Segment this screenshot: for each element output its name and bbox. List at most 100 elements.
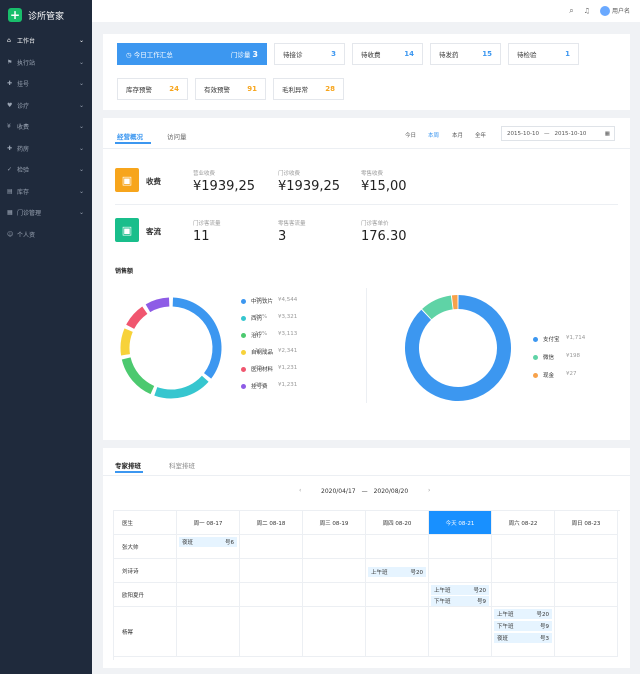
search-icon[interactable]: ⌕ (569, 6, 573, 16)
schedule-cell[interactable] (492, 559, 555, 583)
sidebar-item[interactable]: ✓ 检验 ⌄ (0, 159, 92, 181)
sidebar-item[interactable]: ✚ 药房 ⌄ (0, 138, 92, 160)
schedule-cell[interactable] (555, 559, 618, 583)
schedule-cell[interactable] (240, 583, 303, 607)
shift-chip[interactable]: 下午班 号9 (431, 596, 489, 606)
schedule-cell[interactable] (177, 607, 240, 657)
sidebar-item[interactable]: ✚ 挂号 ⌄ (0, 73, 92, 95)
stat-card[interactable]: 待接诊 3 (274, 43, 345, 65)
stat-card[interactable]: 库存预警 24 (117, 78, 188, 100)
shift-chip[interactable]: 夜班 号6 (179, 537, 237, 547)
shift-chip[interactable]: 上午班 号20 (431, 585, 489, 595)
schedule-cell[interactable] (366, 535, 429, 559)
stat-card[interactable]: 有效预警 91 (195, 78, 266, 100)
tab-dept-schedule[interactable]: 科室排班 (169, 460, 195, 470)
day-header: 周日 08-23 (555, 511, 618, 535)
sidebar-item[interactable]: ▦ 门诊管理 ⌄ (0, 202, 92, 224)
tab-indicator (115, 471, 143, 473)
stat-value: 91 (247, 85, 257, 93)
schedule-cell[interactable] (555, 583, 618, 607)
legend-dot (241, 383, 246, 389)
schedule-cell[interactable] (177, 559, 240, 583)
shift-number: 号20 (410, 570, 424, 576)
chevron-down-icon: ⌄ (78, 37, 84, 45)
day-header: 周六 08-22 (492, 511, 555, 535)
bell-icon[interactable]: ♫ (584, 7, 590, 15)
period-tab[interactable]: 全年 (475, 131, 486, 139)
divider (103, 475, 630, 476)
summary-sub: 门诊量 (230, 51, 251, 59)
pharmacy-icon: ✚ (7, 144, 13, 152)
schedule-cell[interactable] (555, 607, 618, 657)
flow-value-2: 176.30 (361, 229, 407, 244)
schedule-cell[interactable] (240, 559, 303, 583)
schedule-cell[interactable] (303, 583, 366, 607)
schedule-cell[interactable] (429, 607, 492, 657)
schedule-cell[interactable] (429, 559, 492, 583)
legend-dot (241, 315, 246, 321)
sidebar-item-label: 收费 (17, 124, 30, 132)
shift-chip[interactable]: 下午班 号9 (494, 621, 552, 631)
doctor-name: 杨幂 (114, 607, 177, 657)
date-from: 2015-10-10 (507, 130, 539, 137)
overview-panel: 经营概况 访问量 今日 本周 本月 全年 2015-10-10 — 2015-10-1… (103, 118, 630, 440)
shift-chip[interactable]: 夜班 号3 (494, 633, 552, 643)
schedule-cell[interactable] (303, 559, 366, 583)
period-tab[interactable]: 本月 (452, 131, 463, 139)
sidebar-item[interactable]: ▤ 库存 ⌄ (0, 181, 92, 203)
schedule-cell[interactable] (240, 535, 303, 559)
schedule-cell[interactable] (303, 607, 366, 657)
legend-percent: 10% (255, 348, 268, 354)
sidebar-item[interactable]: ♥ 诊疗 ⌄ (0, 95, 92, 117)
dashboard-icon: ⌂ (7, 37, 11, 45)
period-tab[interactable]: 本周 (428, 131, 439, 139)
stat-card[interactable]: 待检验 1 (508, 43, 579, 65)
stat-card[interactable]: 待发药 15 (430, 43, 501, 65)
date-range-picker[interactable]: 2015-10-10 — 2015-10-10 ▦ (501, 126, 615, 141)
stat-card[interactable]: 待收费 14 (352, 43, 423, 65)
income-label-0: 营业收费 (193, 171, 216, 177)
shift-number: 号20 (473, 588, 487, 594)
sidebar-item[interactable]: ⌂ 工作台 ⌄ (0, 30, 92, 52)
sidebar-item-label: 诊疗 (17, 102, 30, 110)
summary-label: 今日工作汇总 (133, 51, 173, 59)
sidebar-item-label: 检验 (17, 167, 30, 175)
schedule-cell[interactable] (555, 535, 618, 559)
period-tab[interactable]: 今日 (405, 131, 416, 139)
sidebar-item[interactable]: ☺ 个人资 (0, 224, 92, 246)
diagnosis-icon: ♥ (7, 101, 13, 109)
flow-title: 客流 (146, 227, 161, 236)
schedule-cell[interactable] (492, 535, 555, 559)
schedule-cell[interactable] (366, 607, 429, 657)
sidebar-item[interactable]: ⚑ 执行站 ⌄ (0, 52, 92, 74)
income-label-2: 零售收费 (361, 171, 384, 177)
prev-week-button[interactable]: ‹ (299, 487, 301, 494)
tab-business[interactable]: 经营概况 (117, 131, 143, 141)
sidebar-item-label: 库存 (17, 188, 30, 196)
stat-card[interactable]: 毛利异常 28 (273, 78, 344, 100)
shift-chip[interactable]: 上午班 号20 (368, 567, 426, 577)
divider (103, 148, 630, 149)
avatar (600, 6, 611, 17)
chevron-down-icon: ⌄ (78, 144, 84, 152)
schedule-cell[interactable] (429, 535, 492, 559)
sidebar-item[interactable]: ¥ 收费 ⌄ (0, 116, 92, 138)
tab-expert-schedule[interactable]: 专家排班 (115, 460, 141, 470)
tab-visits[interactable]: 访问量 (167, 131, 187, 141)
chevron-down-icon: ⌄ (78, 101, 84, 109)
shift-chip[interactable]: 上午班 号20 (494, 609, 552, 619)
range-to: 2020/08/20 (373, 488, 409, 495)
top-bar: ⌕ ♫ 用户名 (92, 0, 640, 22)
bag-icon: ▣ (115, 218, 139, 242)
schedule-cell[interactable] (240, 607, 303, 657)
chevron-down-icon: ⌄ (78, 187, 84, 195)
legend-dot (241, 366, 246, 372)
next-week-button[interactable]: › (428, 487, 430, 494)
donut-slice (145, 297, 170, 313)
user-menu[interactable]: 用户名 (600, 6, 630, 17)
schedule-cell[interactable] (303, 535, 366, 559)
schedule-cell[interactable] (366, 583, 429, 607)
schedule-cell[interactable] (177, 583, 240, 607)
summary-card[interactable]: ◷ 今日工作汇总 门诊量 3 (117, 43, 267, 65)
schedule-cell[interactable] (492, 583, 555, 607)
